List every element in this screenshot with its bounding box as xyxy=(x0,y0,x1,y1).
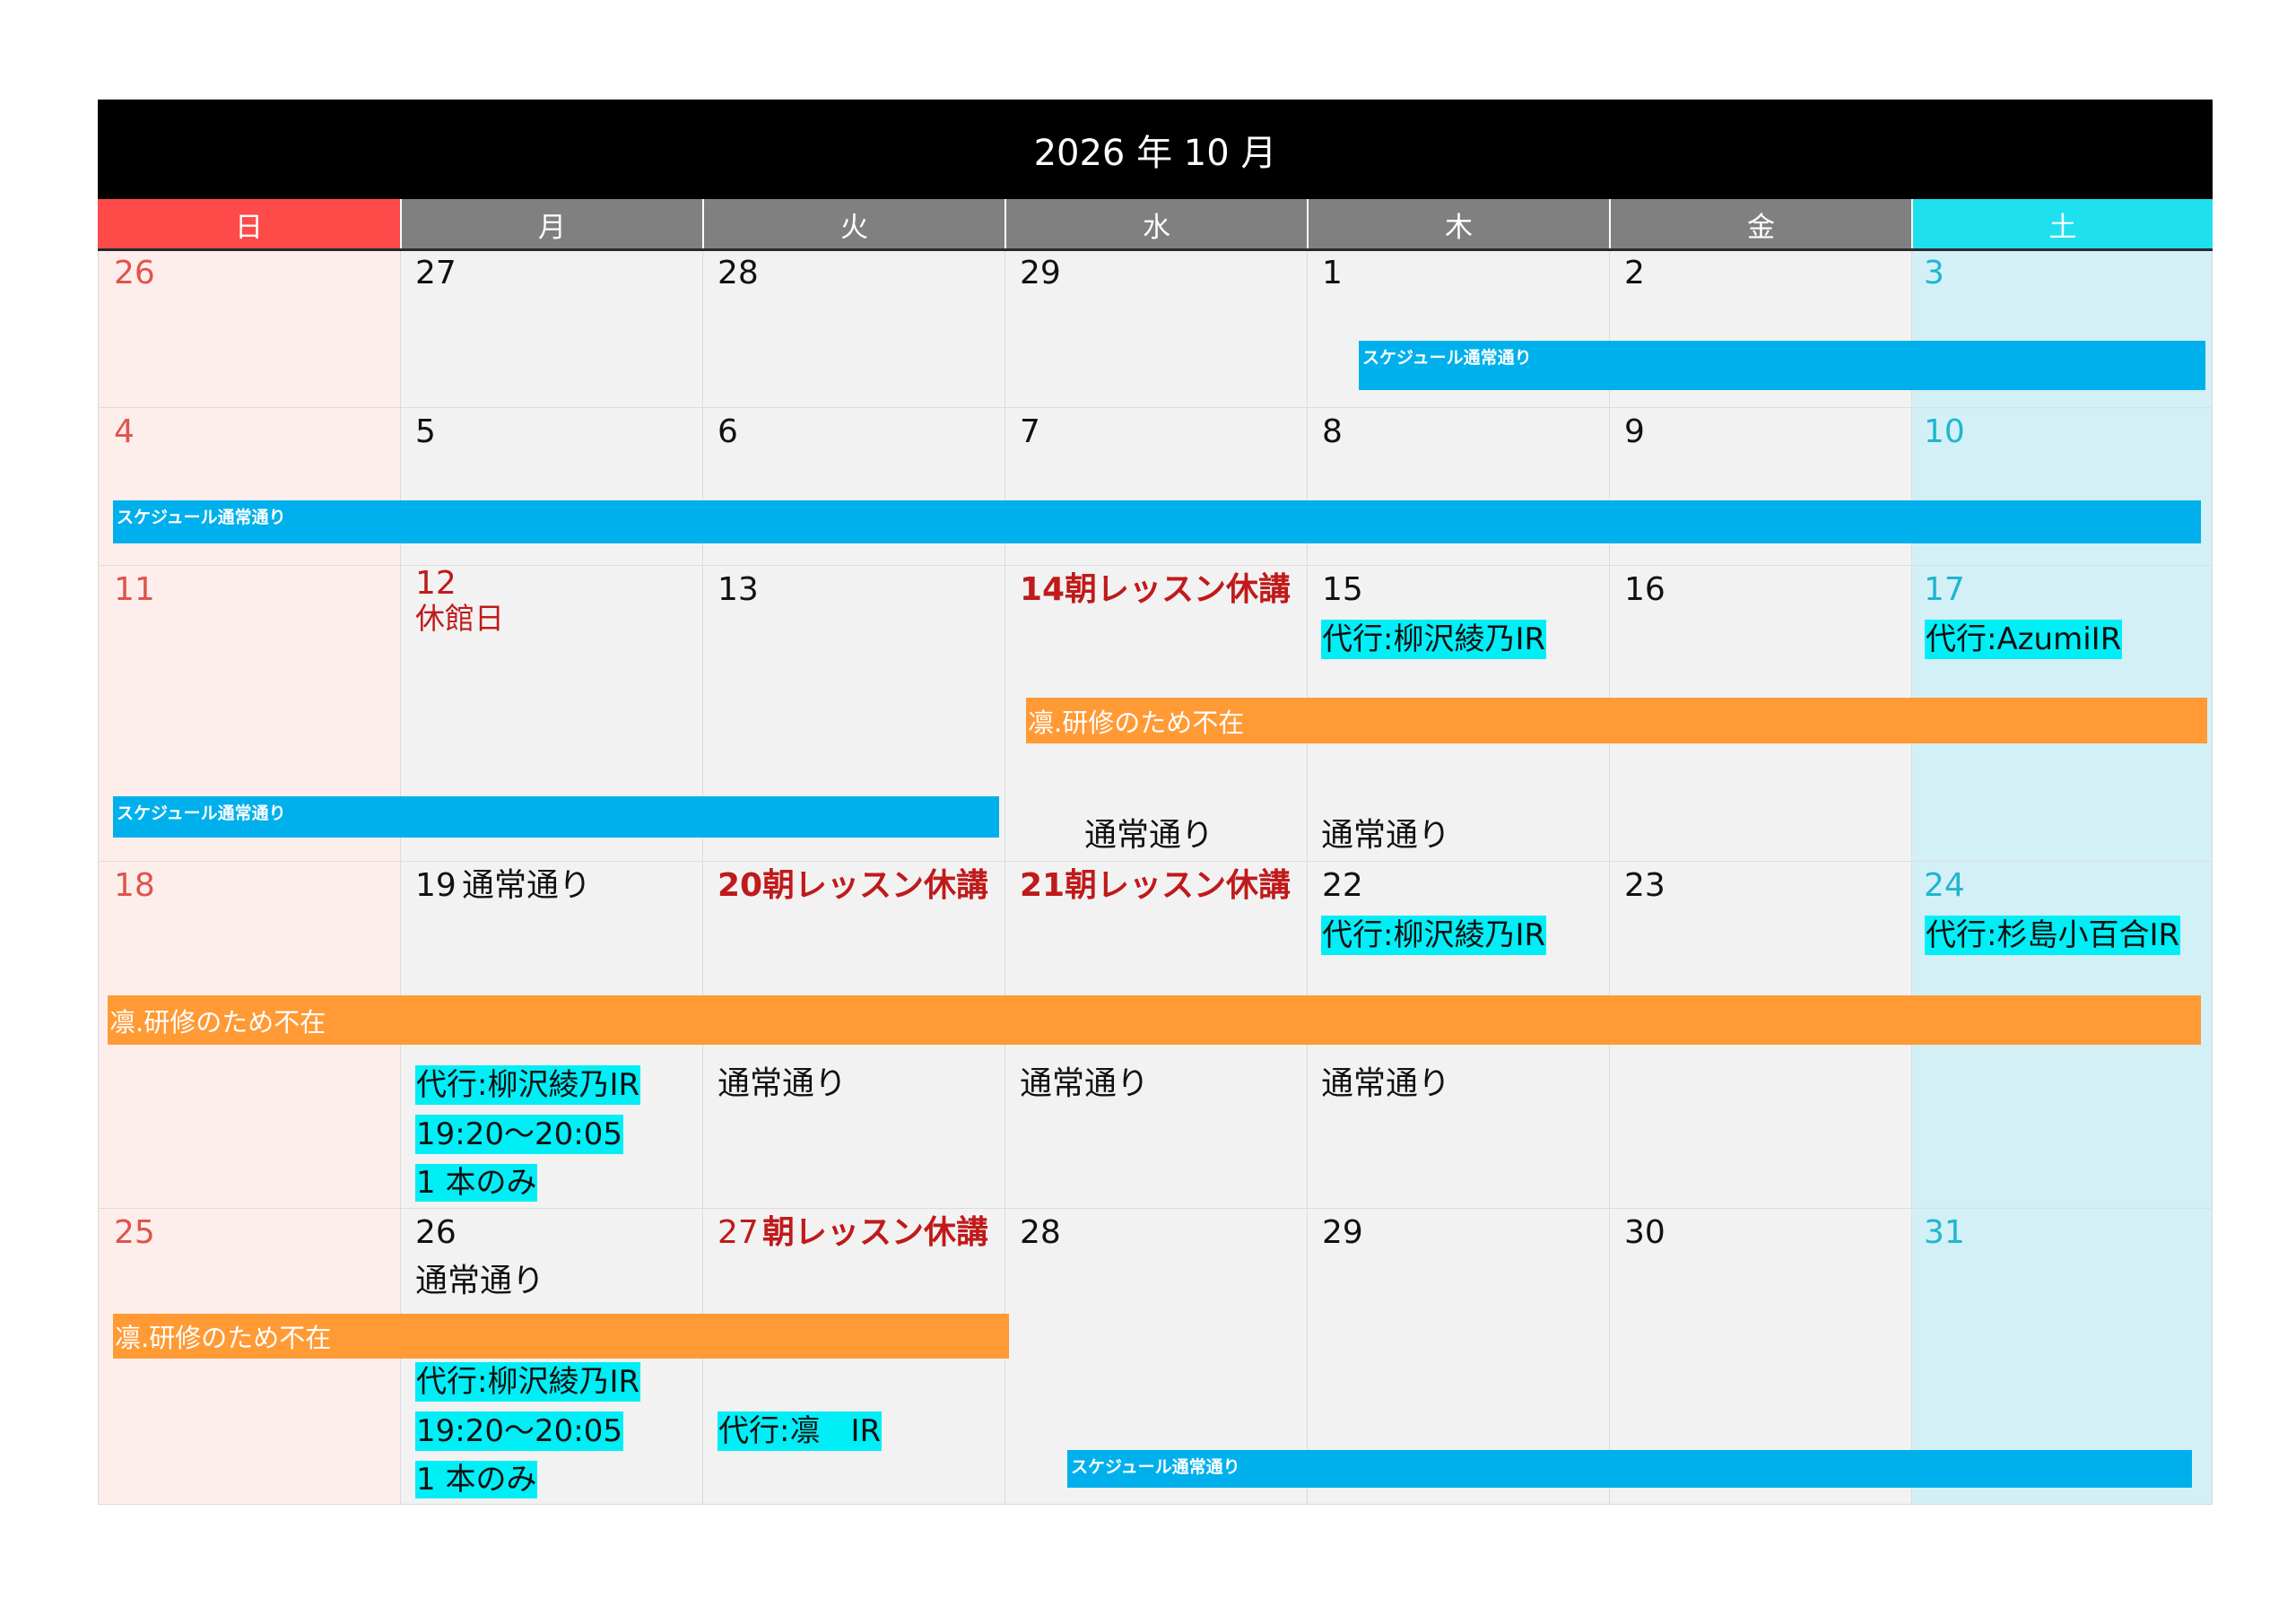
grid-line xyxy=(98,1208,2213,1209)
weekday-header-sun: 日 xyxy=(98,199,400,249)
day-number: 28 xyxy=(718,255,759,291)
day-number: 9 xyxy=(1624,413,1645,450)
substitute-highlight: 代行:柳沢綾乃IR xyxy=(415,1362,641,1402)
day-number: 21 xyxy=(1020,867,1065,904)
schedule-normal-bar: スケジュール通常通り xyxy=(113,500,2201,543)
day-number: 4 xyxy=(114,413,135,450)
day-number: 24 xyxy=(1924,867,1965,904)
day-number: 2 xyxy=(1624,255,1645,291)
day-number: 6 xyxy=(718,413,738,450)
weekday-header-sat: 土 xyxy=(1911,199,2213,249)
day-number: 17 xyxy=(1924,571,1965,608)
day-number: 29 xyxy=(1322,1214,1363,1251)
normal-label: 通常通り xyxy=(1321,1065,1451,1102)
substitute-highlight: 代行:AzumiIR xyxy=(1925,620,2123,659)
weekday-header-wed: 水 xyxy=(1004,199,1307,249)
day-number: 12 xyxy=(415,565,457,602)
weekday-header-mon: 月 xyxy=(400,199,702,249)
normal-label: 通常通り xyxy=(462,867,592,904)
morning-cancel-label: 朝レッスン休講 xyxy=(1065,571,1292,608)
day-number: 22 xyxy=(1322,867,1363,904)
time-highlight: 19:20〜20:05 xyxy=(415,1411,623,1451)
weekday-header-thu: 木 xyxy=(1307,199,1609,249)
normal-label: 通常通り xyxy=(1084,817,1214,854)
weekday-header-tue: 火 xyxy=(702,199,1004,249)
morning-cancel-label: 朝レッスン休講 xyxy=(1065,867,1292,904)
morning-cancel-label: 朝レッスン休講 xyxy=(762,867,989,904)
day-number: 30 xyxy=(1624,1214,1665,1251)
substitute-highlight: 代行:杉島小百合IR xyxy=(1925,916,2181,955)
normal-label: 通常通り xyxy=(718,1065,848,1102)
day-number: 1 xyxy=(1322,255,1343,291)
day-number: 5 xyxy=(415,413,436,450)
grid-line xyxy=(98,407,2213,408)
schedule-normal-bar: スケジュール通常通り xyxy=(113,796,999,838)
day-number: 15 xyxy=(1322,571,1363,608)
closed-label: 休館日 xyxy=(415,601,504,636)
rin-training-bar: 凛.研修のため不在 xyxy=(113,1314,1009,1359)
rin-training-bar: 凛.研修のため不在 xyxy=(1026,698,2207,743)
normal-label: 通常通り xyxy=(1321,817,1451,854)
day-number: 28 xyxy=(1020,1214,1061,1251)
weekday-header-fri: 金 xyxy=(1609,199,1911,249)
day-number: 23 xyxy=(1624,867,1665,904)
time-highlight: 19:20〜20:05 xyxy=(415,1115,623,1154)
day-number: 20 xyxy=(718,867,763,904)
day-number: 19 xyxy=(415,867,457,904)
header-divider xyxy=(98,248,2213,251)
schedule-normal-bar: スケジュール通常通り xyxy=(1359,341,2205,390)
substitute-highlight: 代行:柳沢綾乃IR xyxy=(415,1065,641,1105)
day-number: 8 xyxy=(1322,413,1343,450)
substitute-highlight: 代行:柳沢綾乃IR xyxy=(1321,620,1547,659)
grid-line xyxy=(1911,251,1912,1504)
day-number: 26 xyxy=(114,255,155,291)
morning-cancel-label: 朝レッスン休講 xyxy=(762,1214,989,1251)
day-number: 25 xyxy=(114,1214,155,1251)
day-number: 29 xyxy=(1020,255,1061,291)
day-number: 7 xyxy=(1020,413,1040,450)
day-number: 27 xyxy=(718,1214,759,1251)
substitute-highlight: 代行:柳沢綾乃IR xyxy=(1321,916,1547,955)
day-number: 16 xyxy=(1624,571,1665,608)
day-number: 31 xyxy=(1924,1214,1965,1251)
normal-label: 通常通り xyxy=(415,1263,545,1299)
calendar-title: 2026 年 10 月 xyxy=(98,100,2213,199)
day-number: 27 xyxy=(415,255,457,291)
day-number: 13 xyxy=(718,571,759,608)
schedule-normal-bar: スケジュール通常通り xyxy=(1067,1450,2192,1488)
day-number: 14 xyxy=(1020,571,1065,608)
substitute-highlight: 代行:凛 IR xyxy=(718,1411,883,1451)
grid-line xyxy=(1307,251,1308,1504)
only-one-highlight: 1 本のみ xyxy=(415,1164,538,1202)
normal-label: 通常通り xyxy=(1020,1065,1150,1102)
only-one-highlight: 1 本のみ xyxy=(415,1461,538,1498)
day-number: 10 xyxy=(1924,413,1965,450)
day-number: 11 xyxy=(114,571,155,608)
day-number: 26 xyxy=(415,1214,457,1251)
day-number: 3 xyxy=(1924,255,1944,291)
day-number: 18 xyxy=(114,867,155,904)
rin-training-bar: 凛.研修のため不在 xyxy=(108,995,2201,1045)
grid-line xyxy=(98,861,2213,862)
grid-line xyxy=(1609,251,1610,1504)
